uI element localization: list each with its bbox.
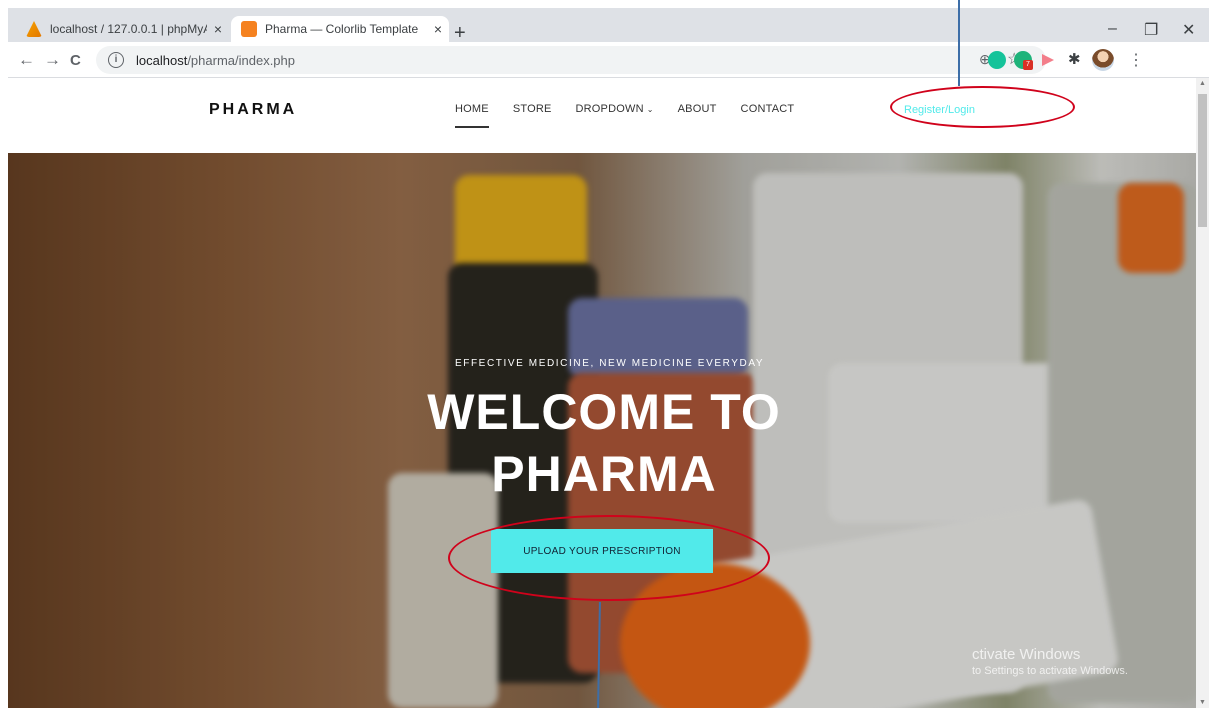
hero-content: EFFECTIVE MEDICINE, NEW MEDICINE EVERYDA… <box>8 153 1196 708</box>
forward-button[interactable]: → <box>44 50 61 70</box>
hero-tagline: EFFECTIVE MEDICINE, NEW MEDICINE EVERYDA… <box>455 358 765 369</box>
annotation-ellipse-register <box>890 86 1075 128</box>
windows-activation-watermark: ctivate Windows to Settings to activate … <box>972 646 1128 677</box>
colorlib-favicon-icon <box>241 21 257 37</box>
watermark-line-1: ctivate Windows <box>972 646 1081 663</box>
tab-title: localhost / 127.0.0.1 | phpMyAdn <box>50 22 207 36</box>
site-logo[interactable]: PHARMA <box>209 101 297 119</box>
grammarly-extension-icon[interactable] <box>988 51 1006 69</box>
nav-store[interactable]: STORE <box>513 103 552 115</box>
tab-pharma[interactable]: Pharma — Colorlib Template × <box>231 16 449 42</box>
back-button[interactable]: ← <box>18 50 35 70</box>
url-text[interactable]: localhost/pharma/index.php <box>136 53 295 68</box>
browser-menu-icon[interactable]: ⋮ <box>1128 50 1144 70</box>
profile-avatar[interactable] <box>1092 49 1114 71</box>
reload-button[interactable]: C <box>70 52 81 69</box>
main-nav: HOME STORE DROPDOWN ⌄ ABOUT CONTACT <box>455 103 818 128</box>
extension-badge: 7 <box>1023 60 1033 70</box>
annotation-pointer-line <box>958 0 960 86</box>
annotation-ellipse-upload <box>448 515 770 601</box>
minimize-button[interactable]: – <box>1108 20 1117 38</box>
hero-banner: EFFECTIVE MEDICINE, NEW MEDICINE EVERYDA… <box>8 153 1196 708</box>
site-info-icon[interactable]: i <box>108 52 124 68</box>
nav-contact[interactable]: CONTACT <box>741 103 795 115</box>
window-close-button[interactable]: ✕ <box>1182 20 1195 40</box>
watermark-line-2: to Settings to activate Windows. <box>972 665 1128 677</box>
nav-dropdown[interactable]: DROPDOWN ⌄ <box>576 103 654 115</box>
address-bar[interactable]: i localhost/pharma/index.php ⊕ ☆ <box>96 46 1046 74</box>
tab-title: Pharma — Colorlib Template <box>265 22 419 36</box>
scrollbar-thumb[interactable] <box>1198 94 1207 227</box>
chevron-down-icon: ⌄ <box>646 105 654 114</box>
close-tab-icon[interactable]: × <box>207 21 229 37</box>
tab-phpmyadmin[interactable]: localhost / 127.0.0.1 | phpMyAdn × <box>16 16 229 42</box>
browser-tab-strip: localhost / 127.0.0.1 | phpMyAdn × Pharm… <box>8 8 1209 44</box>
nav-about[interactable]: ABOUT <box>678 103 717 115</box>
restore-button[interactable]: ❐ <box>1144 20 1158 40</box>
scroll-down-arrow-icon[interactable]: ▼ <box>1199 699 1206 706</box>
nav-home[interactable]: HOME <box>455 103 489 128</box>
phpmyadmin-favicon-icon <box>26 21 42 37</box>
page-scrollbar[interactable]: ▲ ▼ <box>1196 78 1209 708</box>
scroll-up-arrow-icon[interactable]: ▲ <box>1199 80 1206 87</box>
browser-toolbar: ← → C i localhost/pharma/index.php ⊕ ☆ 7… <box>8 42 1209 78</box>
extensions-puzzle-icon[interactable]: ✱ <box>1068 50 1081 68</box>
send-extension-icon[interactable] <box>1042 54 1054 66</box>
hero-title: WELCOME TO PHARMA <box>388 381 820 505</box>
close-tab-icon[interactable]: × <box>427 21 449 37</box>
hero-title-line-1: WELCOME TO <box>427 384 781 440</box>
hero-title-line-2: PHARMA <box>491 446 717 502</box>
